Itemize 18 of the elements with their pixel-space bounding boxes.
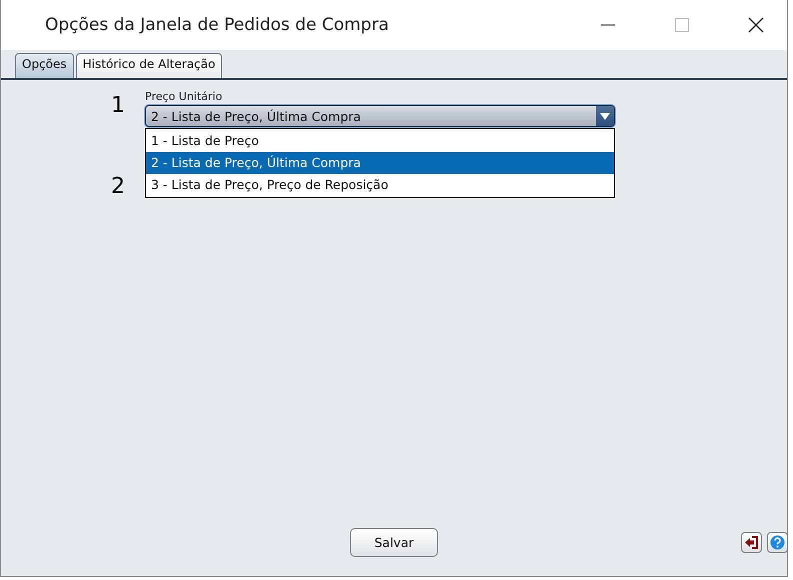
help-button[interactable] <box>767 532 788 553</box>
minimize-icon <box>601 24 615 26</box>
dropdown-option[interactable]: 1 - Lista de Preço <box>146 130 614 152</box>
caret-icon <box>600 112 610 120</box>
field-number: 1 <box>111 92 126 120</box>
dropdown-option[interactable]: 3 - Lista de Preço, Preço de Reposição <box>146 174 614 196</box>
field-number: 2 <box>111 173 126 199</box>
save-button[interactable]: Salvar <box>350 528 438 557</box>
help-icon <box>770 535 785 550</box>
tab[interactable]: Opções <box>15 53 74 78</box>
exit-button[interactable] <box>741 532 762 553</box>
field-label: Preço Unitário <box>145 90 224 103</box>
window-title: Opções da Janela de Pedidos de Compra <box>45 15 390 35</box>
maximize-icon <box>675 18 689 32</box>
dropdown-option[interactable]: 2 - Lista de Preço, Última Compra <box>146 152 614 174</box>
tab[interactable]: Histórico de Alteração <box>76 53 222 78</box>
exit-icon <box>745 536 758 549</box>
close-icon <box>748 17 764 33</box>
